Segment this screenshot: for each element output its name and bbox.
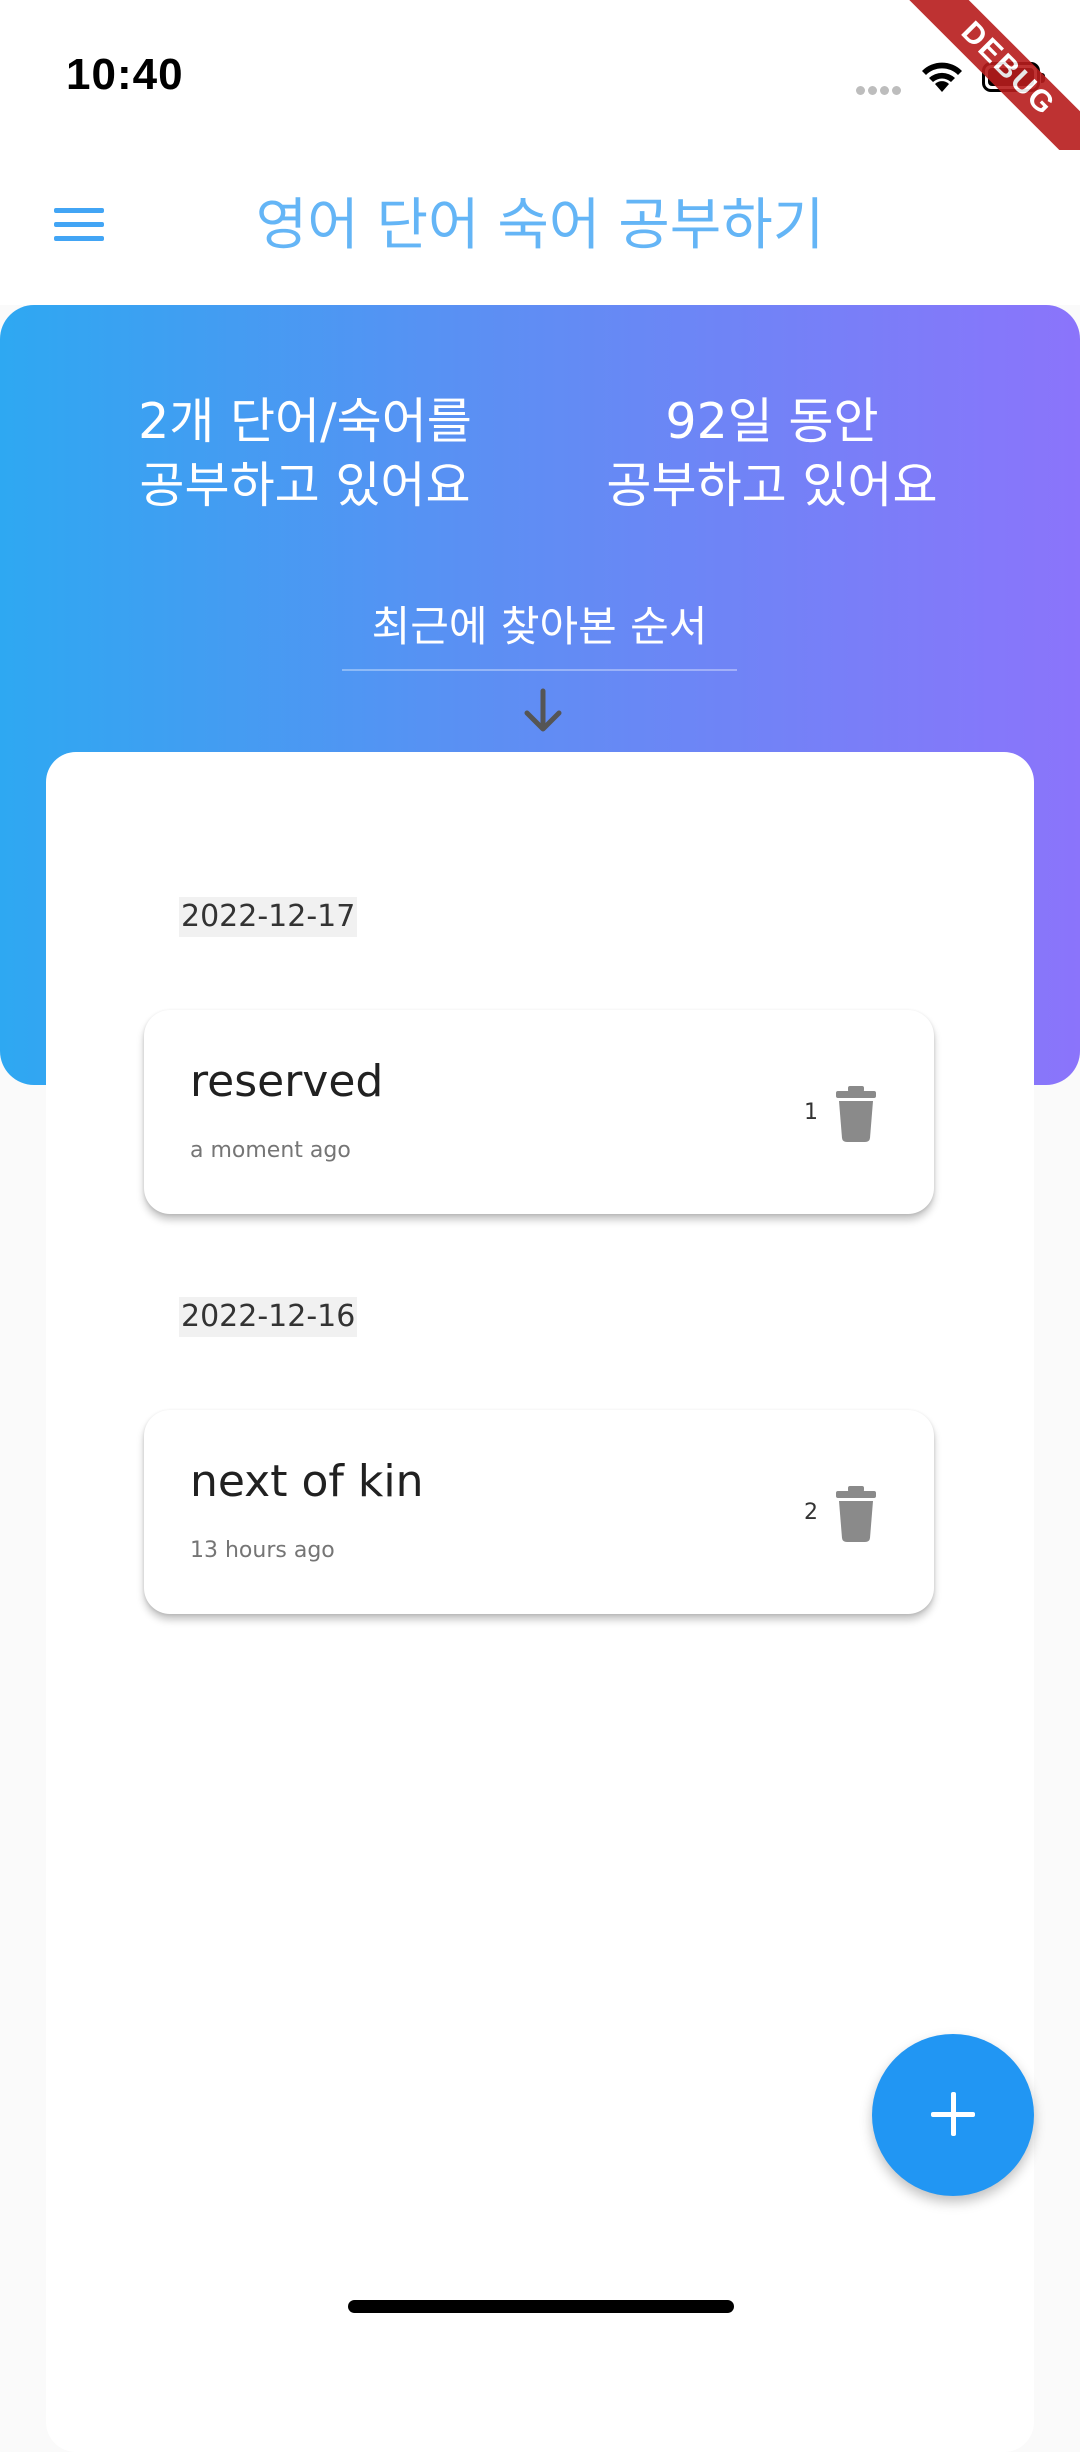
word-count-line1: 2개 단어/숙어를 [138,393,472,450]
trash-icon[interactable] [834,1486,878,1542]
study-days-stat: 92일 동안 공부하고 있어요 [562,390,982,518]
status-bar: 10:40 [0,0,1080,150]
word-count-stat: 2개 단어/숙어를 공부하고 있어요 [95,390,515,518]
home-indicator[interactable] [348,2300,734,2313]
study-days-line1: 92일 동안 [665,393,879,450]
word-list-panel: 2022-12-17 reserved a moment ago 1 2022-… [46,752,1034,2452]
wifi-icon [922,62,962,92]
page-title: 영어 단어 숙어 공부하기 [255,193,825,258]
sort-dropdown[interactable]: 최근에 찾아본 순서 [342,585,737,731]
add-word-button[interactable] [872,2034,1034,2196]
word-text: reserved [190,1056,384,1107]
arrow-down-icon [524,688,561,731]
study-days-line2: 공부하고 있어요 [606,457,938,514]
date-header: 2022-12-17 [179,897,358,937]
status-time: 10:40 [66,50,184,99]
date-header: 2022-12-16 [179,1297,358,1337]
app-bar: 영어 단어 숙어 공부하기 [0,150,1080,305]
plus-icon-vertical [951,2092,956,2136]
word-text: next of kin [190,1456,424,1507]
word-count-line2: 공부하고 있어요 [139,457,471,514]
word-card[interactable]: reserved a moment ago 1 [144,1010,934,1214]
word-time: 13 hours ago [190,1538,335,1563]
word-time: a moment ago [190,1138,351,1163]
trash-icon[interactable] [834,1086,878,1142]
sort-label: 최근에 찾아본 순서 [371,602,708,651]
lookup-count: 1 [804,1100,818,1125]
lookup-count: 2 [804,1500,818,1525]
word-card[interactable]: next of kin 13 hours ago 2 [144,1410,934,1614]
